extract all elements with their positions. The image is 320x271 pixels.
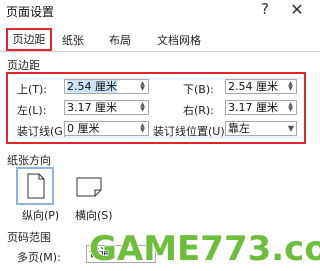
tab-divider — [0, 51, 320, 52]
margins-section-title: 页边距 — [7, 59, 40, 72]
orientation-section-title: 纸张方向 — [7, 154, 51, 167]
chevron-down-icon: ▼ — [287, 124, 294, 133]
gutter-position-value: 靠左 — [228, 122, 250, 135]
landscape-button[interactable] — [70, 167, 108, 205]
top-margin-label: 上(T): — [17, 83, 48, 96]
gutter-position-label: 装订线位置(U): — [153, 125, 229, 138]
spin-down-icon[interactable]: ▼ — [286, 86, 295, 92]
left-margin-value: 3.17 厘米 — [67, 101, 117, 114]
tab-layout[interactable]: 布局 — [103, 31, 137, 50]
multiple-pages-label: 多页(M): — [17, 251, 61, 264]
gutter-position-select[interactable]: 靠左 ▼ — [225, 121, 297, 136]
tab-document-grid[interactable]: 文档网格 — [146, 31, 212, 50]
watermark-logo: GAME773.com — [88, 228, 320, 270]
left-margin-input[interactable]: 3.17 厘米 ▲ ▼ — [64, 100, 149, 115]
dialog-title: 页面设置 — [6, 5, 55, 19]
help-icon[interactable]: ? — [258, 0, 272, 18]
close-icon[interactable]: ✕ — [289, 0, 305, 19]
landscape-label: 横向(S) — [75, 209, 113, 222]
bottom-margin-input[interactable]: 2.54 厘米 ▲ ▼ — [225, 79, 297, 94]
right-margin-label: 右(R): — [183, 104, 214, 117]
page-range-section-title: 页码范围 — [7, 231, 51, 244]
top-margin-input[interactable]: 2.54 厘米 ▲ ▼ — [64, 79, 149, 94]
tab-paper[interactable]: 纸张 — [55, 31, 91, 50]
watermark-text: GAME773.com — [89, 229, 320, 269]
right-margin-value: 3.17 厘米 — [228, 101, 278, 114]
gutter-label: 装订线(G): — [17, 125, 71, 138]
spin-down-icon[interactable]: ▼ — [286, 107, 295, 113]
bottom-margin-value: 2.54 厘米 — [228, 80, 278, 93]
landscape-page-icon — [76, 177, 102, 197]
gutter-input[interactable]: 0 厘米 ▲ ▼ — [64, 121, 149, 136]
portrait-page-icon — [27, 173, 45, 199]
spin-down-icon[interactable]: ▼ — [138, 107, 147, 113]
bottom-margin-label: 下(B): — [183, 83, 214, 96]
portrait-button[interactable] — [16, 167, 54, 205]
top-margin-value: 2.54 厘米 — [67, 80, 117, 93]
tab-margins[interactable]: 页边距 — [6, 28, 52, 51]
spin-down-icon[interactable]: ▼ — [138, 128, 147, 134]
spin-down-icon[interactable]: ▼ — [138, 86, 147, 92]
gutter-value: 0 厘米 — [67, 122, 100, 135]
left-margin-label: 左(L): — [17, 104, 47, 117]
portrait-label: 纵向(P) — [22, 209, 60, 222]
right-margin-input[interactable]: 3.17 厘米 ▲ ▼ — [225, 100, 297, 115]
